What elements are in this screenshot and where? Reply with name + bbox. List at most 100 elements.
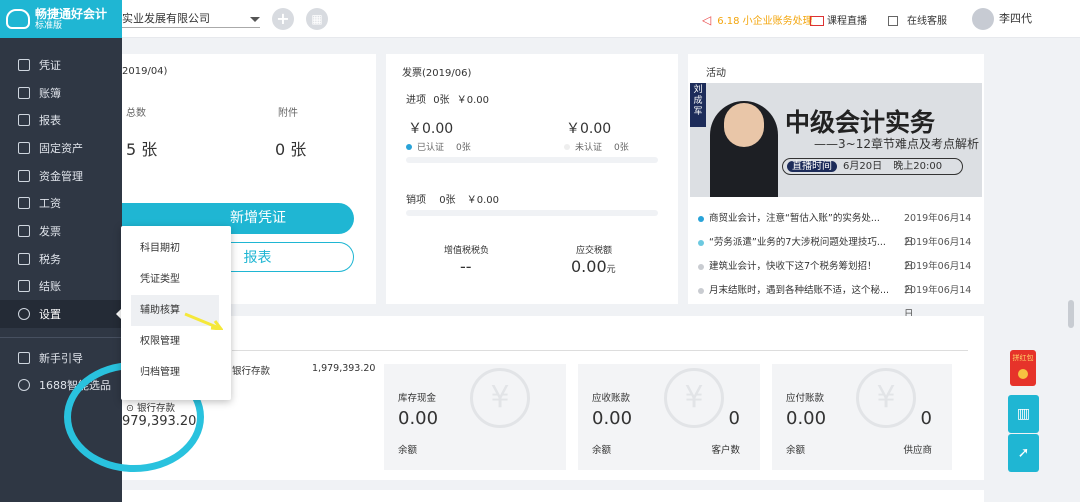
add-icon[interactable]: + xyxy=(272,8,294,30)
lecturer-name: 刘成军 xyxy=(690,83,706,127)
avatar xyxy=(972,8,994,30)
receivable-card[interactable]: ¥ 应收账款 0.00 0 余额 客户数 xyxy=(578,364,760,470)
live-date: 6月20日 xyxy=(843,161,883,172)
scrollbar[interactable] xyxy=(1068,300,1074,328)
ledger-icon xyxy=(18,86,30,99)
service-icon xyxy=(888,16,898,26)
banner-subheading: ——3~12章节难点及考点解析 xyxy=(814,137,979,151)
invoice-title: 发票(2019/06) xyxy=(402,68,472,79)
yen-icon: ¥ xyxy=(856,368,916,428)
unverified-count: 0张 xyxy=(614,143,629,153)
user-menu[interactable]: 李四代 xyxy=(972,8,1032,30)
yen-icon: ¥ xyxy=(664,368,724,428)
tax-unit: 元 xyxy=(606,265,616,275)
red-packet-button[interactable]: 拼红包 xyxy=(1010,350,1036,386)
sidebar-item-ledger[interactable]: 账簿 xyxy=(0,79,122,107)
news-dot xyxy=(698,288,704,294)
online-service-link[interactable]: 在线客服 xyxy=(888,12,947,27)
sidebar-item-fund[interactable]: 资金管理 xyxy=(0,162,122,190)
unverified-label: 未认证 xyxy=(575,143,603,153)
menu-item-permission[interactable]: 权限管理 xyxy=(121,326,231,357)
cloud-logo-icon xyxy=(6,9,30,29)
news-item[interactable]: 建筑业会计，快收下这7个税务筹划招！ 2019年06月14日 xyxy=(698,255,980,296)
chart-icon xyxy=(18,114,30,127)
lecturer-face xyxy=(724,103,764,147)
tax-label: 应交税额 xyxy=(576,246,613,256)
voucher-attach: 0 张 xyxy=(275,140,307,159)
menu-item-voucher-type[interactable]: 凭证类型 xyxy=(121,264,231,295)
ring-value: 979,393.20 xyxy=(122,414,197,429)
brand-logo[interactable]: 畅捷通好会计 标准版 xyxy=(0,0,122,38)
unverified-amount: ￥0.00 xyxy=(566,121,612,137)
news-item[interactable]: 商贸业会计，注意“暂估入账”的实务处... 2019年06月14日 xyxy=(698,207,980,248)
asset-icon xyxy=(18,141,30,154)
verified-count: 0张 xyxy=(456,143,471,153)
funds-divider xyxy=(232,350,968,351)
live-time-pill: 直播时间 6月20日 晚上20:00 xyxy=(782,158,963,175)
in-label: 进项 xyxy=(406,95,426,106)
brand-name: 畅捷通好会计 xyxy=(35,6,108,21)
live-time-label: 直播时间 xyxy=(787,161,837,172)
bank-value: 1,979,393.20 xyxy=(312,363,376,374)
sidebar-item-closing[interactable]: 结账 xyxy=(0,273,122,301)
brand-edition: 标准版 xyxy=(35,20,63,31)
sidebar-item-invoice[interactable]: 发票 xyxy=(0,217,122,245)
top-bar: 实业发展有限公司 + ▦ ◁ 6.18 小企业账务处理 课程直播 在线客服 李四代 xyxy=(122,0,1080,38)
nav-divider xyxy=(0,336,122,338)
grid-icon[interactable]: ▦ xyxy=(306,8,328,30)
vat-label: 增值税税负 xyxy=(444,246,490,256)
live-time: 晚上20:00 xyxy=(893,161,943,172)
settings-menu: 科目期初 凭证类型 辅助核算 权限管理 归档管理 xyxy=(121,226,231,400)
news-dot xyxy=(698,216,704,222)
rocket-icon[interactable]: ➚ xyxy=(1008,434,1039,472)
sidebar-item-tax[interactable]: 税务 xyxy=(0,245,122,273)
sidebar-item-report[interactable]: 报表 xyxy=(0,106,122,134)
news-list: 商贸业会计，注意“暂估入账”的实务处... 2019年06月14日 “劳务派遣”业… xyxy=(698,207,980,320)
pointer-arrow-icon xyxy=(184,312,223,330)
company-select[interactable]: 实业发展有限公司 xyxy=(122,10,260,28)
speaker-icon: ◁ xyxy=(702,13,712,27)
news-item[interactable]: 月末结账时，遇到各种结账不适，这个秘... 2019年06月14日 xyxy=(698,279,980,320)
course-banner[interactable]: 刘成军 中级会计实务 ——3~12章节难点及考点解析 直播时间 6月20日 晚上2… xyxy=(690,83,982,197)
sidebar-item-fixed-asset[interactable]: 固定资产 xyxy=(0,134,122,162)
closing-icon xyxy=(18,280,30,293)
payable-card[interactable]: ¥ 应付账款 0.00 0 余额 供应商 xyxy=(772,364,952,470)
in-progress-bar xyxy=(406,157,658,163)
vat-value: -- xyxy=(460,257,472,276)
fund-icon xyxy=(18,169,30,182)
out-count: 0张 xyxy=(439,195,456,206)
guide-icon xyxy=(18,351,30,364)
news-dot xyxy=(698,240,704,246)
book-icon[interactable]: ▥ xyxy=(1008,395,1039,433)
shop-icon xyxy=(18,379,30,392)
yen-icon: ¥ xyxy=(470,368,530,428)
bottom-panel xyxy=(122,490,984,502)
unverified-dot xyxy=(564,144,570,150)
invoice-icon xyxy=(18,224,30,237)
bank-icon: ⊙ xyxy=(126,403,134,414)
out-amount: ￥0.00 xyxy=(466,195,500,206)
sidebar-item-salary[interactable]: 工资 xyxy=(0,189,122,217)
menu-item-archive[interactable]: 归档管理 xyxy=(121,357,231,388)
news-dot xyxy=(698,264,704,270)
menu-item-opening-balance[interactable]: 科目期初 xyxy=(121,233,231,264)
verified-amount: ￥0.00 xyxy=(408,121,454,137)
tv-icon xyxy=(810,16,824,26)
promo-link[interactable]: ◁ 6.18 小企业账务处理 xyxy=(702,12,813,27)
main-nav: 凭证 账簿 报表 固定资产 资金管理 工资 发票 税务 结账 设置 xyxy=(0,51,122,328)
voucher-icon xyxy=(18,58,30,71)
sidebar-item-voucher[interactable]: 凭证 xyxy=(0,51,122,79)
sidebar-item-settings[interactable]: 设置 xyxy=(0,300,122,328)
tax-value: 0.00 xyxy=(571,257,607,276)
voucher-total: 5 张 xyxy=(126,140,158,159)
in-amount: ￥0.00 xyxy=(456,95,490,106)
verified-dot xyxy=(406,144,412,150)
news-item[interactable]: “劳务派遣”业务的7大涉税问题处理技巧... 2019年06月14日 xyxy=(698,231,980,272)
voucher-attach-label: 附件 xyxy=(278,108,298,119)
cash-card[interactable]: ¥ 库存现金 0.00 余额 xyxy=(384,364,566,470)
salary-icon xyxy=(18,197,30,210)
out-label: 销项 xyxy=(406,195,426,206)
gear-icon xyxy=(18,308,30,321)
chevron-down-icon xyxy=(250,17,260,27)
live-course-link[interactable]: 课程直播 xyxy=(810,12,867,27)
